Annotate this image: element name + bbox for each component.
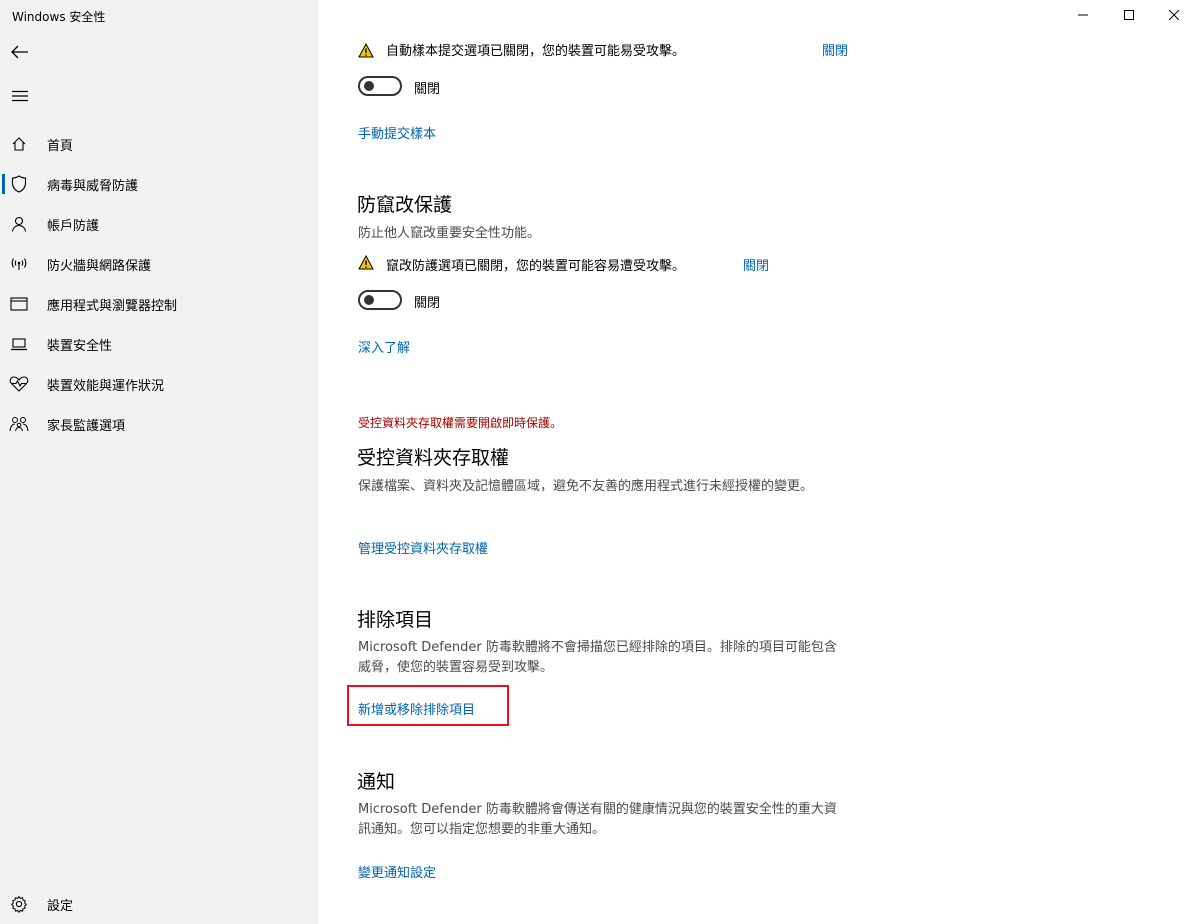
sidebar-item-label: 裝置安全性 [47, 338, 113, 354]
hamburger-icon [12, 90, 28, 102]
tamper-protection-toggle[interactable] [358, 290, 402, 310]
sample-warning-text: 自動樣本提交選項已關閉，您的裝置可能易受攻擊。 [386, 44, 686, 59]
settings-label: 設定 [47, 898, 74, 914]
sidebar-item-label: 應用程式與瀏覽器控制 [47, 298, 178, 314]
wireless-icon [9, 254, 29, 274]
sidebar-item-label: 家長監護選項 [47, 418, 126, 434]
sidebar-item-home[interactable]: 首頁 [0, 124, 318, 164]
sidebar-item-settings[interactable]: 設定 [0, 884, 318, 924]
family-icon [9, 414, 29, 434]
sidebar-item-device-performance[interactable]: 裝置效能與運作狀況 [0, 364, 318, 404]
sidebar-item-label: 首頁 [47, 138, 74, 154]
controlled-folder-error: 受控資料夾存取權需要開啟即時保護。 [358, 416, 563, 430]
sidebar-item-label: 防火牆與網路保護 [47, 258, 152, 274]
sample-toggle-label: 關閉 [414, 82, 441, 97]
shield-icon [9, 174, 29, 194]
warning-icon [358, 254, 374, 270]
sidebar-item-account-protection[interactable]: 帳戶防護 [0, 204, 318, 244]
sidebar-item-family-options[interactable]: 家長監護選項 [0, 404, 318, 444]
notifications-description: Microsoft Defender 防毒軟體將會傳送有關的健康情況與您的裝置安… [358, 802, 837, 837]
heart-pulse-icon [9, 374, 29, 394]
sidebar-item-label: 帳戶防護 [47, 218, 100, 234]
toggle-knob [364, 81, 374, 91]
tamper-protection-heading: 防竄改保護 [357, 194, 453, 216]
controlled-folder-heading: 受控資料夾存取權 [357, 447, 510, 469]
menu-button[interactable] [4, 80, 36, 112]
warning-icon [358, 42, 374, 58]
back-button[interactable] [4, 36, 36, 68]
submit-sample-link[interactable]: 手動提交樣本 [358, 123, 436, 142]
tamper-protection-description: 防止他人竄改重要安全性功能。 [358, 226, 541, 241]
sidebar-nav: 首頁 病毒與威脅防護 帳戶防護 防火牆與網路保護 應用程式與瀏覽器控制 裝置安全… [0, 124, 318, 444]
back-arrow-icon [11, 45, 28, 59]
tamper-toggle-label: 關閉 [414, 296, 441, 311]
gear-icon [9, 894, 29, 914]
person-icon [9, 214, 29, 234]
sidebar-item-firewall[interactable]: 防火牆與網路保護 [0, 244, 318, 284]
main-content: 自動樣本提交選項已關閉，您的裝置可能易受攻擊。 關閉 關閉 手動提交樣本 防竄改… [318, 0, 1191, 924]
sidebar-item-virus-protection[interactable]: 病毒與威脅防護 [0, 164, 318, 204]
tamper-warning-dismiss-link[interactable]: 關閉 [743, 255, 769, 274]
sample-warning-row [358, 40, 374, 59]
sample-warning-dismiss-link[interactable]: 關閉 [822, 40, 848, 59]
sidebar: Windows 安全性 首頁 病毒與威脅防護 帳戶防護 防火牆與網路保護 應用程… [0, 0, 318, 924]
app-window-icon [9, 294, 29, 314]
sidebar-item-app-browser-control[interactable]: 應用程式與瀏覽器控制 [0, 284, 318, 324]
laptop-icon [9, 334, 29, 354]
exclusions-heading: 排除項目 [357, 609, 434, 631]
add-remove-exclusions-link[interactable]: 新增或移除排除項目 [358, 699, 475, 718]
notifications-heading: 通知 [357, 771, 396, 793]
tamper-warning-row [358, 254, 374, 274]
sidebar-item-label: 裝置效能與運作狀況 [47, 378, 165, 394]
learn-more-link[interactable]: 深入了解 [358, 337, 410, 356]
toggle-knob [364, 295, 374, 305]
sidebar-item-label: 病毒與威脅防護 [47, 178, 139, 194]
change-notification-settings-link[interactable]: 變更通知設定 [358, 862, 436, 881]
sample-submission-toggle[interactable] [358, 76, 402, 96]
controlled-folder-description: 保護檔案、資料夾及記憶體區域，避免不友善的應用程式進行未經授權的變更。 [358, 479, 814, 494]
exclusions-description: Microsoft Defender 防毒軟體將不會掃描您已經排除的項目。排除的… [358, 640, 837, 675]
manage-controlled-folder-link[interactable]: 管理受控資料夾存取權 [358, 538, 488, 557]
app-title: Windows 安全性 [12, 10, 106, 24]
tamper-warning-text: 竄改防護選項已關閉，您的裝置可能容易遭受攻擊。 [386, 259, 686, 274]
sidebar-item-device-security[interactable]: 裝置安全性 [0, 324, 318, 364]
home-icon [9, 134, 29, 154]
